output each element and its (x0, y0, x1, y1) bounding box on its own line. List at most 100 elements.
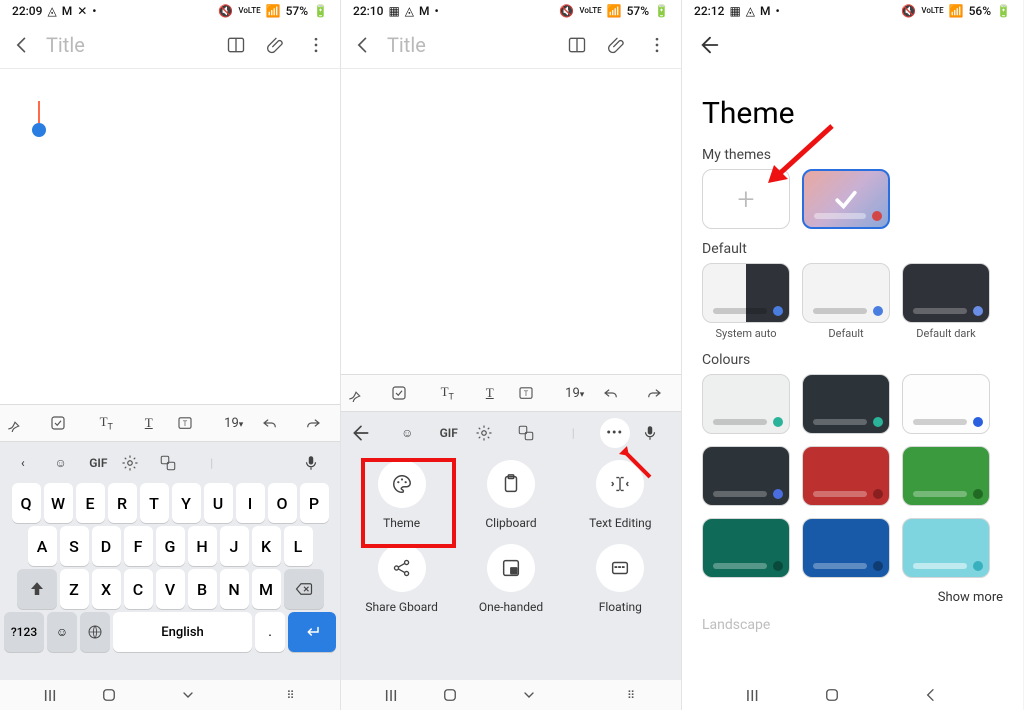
translate-icon[interactable] (517, 424, 547, 442)
redo-icon[interactable] (645, 384, 675, 402)
back-arrow-icon[interactable] (351, 423, 381, 443)
key-m[interactable]: M (252, 569, 281, 609)
key-k[interactable]: K (252, 526, 281, 566)
recent-apps-button[interactable]: III (20, 686, 80, 705)
tool-onehanded[interactable]: One-handed (456, 544, 565, 614)
back-nav-button[interactable] (521, 687, 581, 703)
title-input[interactable]: Title (46, 33, 210, 57)
home-button[interactable] (823, 686, 883, 704)
key-l[interactable]: L (284, 526, 313, 566)
show-more-link[interactable]: Show more (682, 588, 1023, 613)
textcolor-icon[interactable]: T (475, 385, 505, 401)
shift-key[interactable] (17, 569, 57, 609)
sticker-icon[interactable]: ☺ (392, 426, 422, 440)
home-button[interactable] (100, 686, 160, 704)
colour-dark[interactable] (802, 374, 890, 434)
cursor-handle[interactable] (32, 123, 46, 137)
pen-icon[interactable] (6, 414, 36, 432)
key-u[interactable]: U (204, 483, 233, 523)
key-w[interactable]: W (44, 483, 73, 523)
key-j[interactable]: J (220, 526, 249, 566)
key-f[interactable]: F (124, 526, 153, 566)
colour-green[interactable] (902, 446, 990, 506)
recent-apps-button[interactable]: III (361, 686, 421, 705)
colour-blue[interactable] (802, 518, 890, 578)
colour-teal[interactable] (702, 518, 790, 578)
tool-clipboard[interactable]: Clipboard (456, 460, 565, 530)
redo-icon[interactable] (304, 414, 334, 432)
undo-icon[interactable] (602, 384, 632, 402)
key-o[interactable]: O (268, 483, 297, 523)
key-x[interactable]: X (92, 569, 121, 609)
mic-icon[interactable] (641, 424, 671, 442)
key-t[interactable]: T (140, 483, 169, 523)
fontsize-label[interactable]: 19▾ (219, 416, 249, 431)
key-h[interactable]: H (188, 526, 217, 566)
key-s[interactable]: S (60, 526, 89, 566)
gear-icon[interactable] (475, 424, 505, 442)
tool-floating[interactable]: Floating (566, 544, 675, 614)
gif-button[interactable]: GIF (434, 426, 464, 440)
textstyle-icon[interactable]: TT (432, 384, 462, 403)
attach-icon[interactable] (603, 31, 631, 59)
undo-icon[interactable] (261, 414, 291, 432)
keyboard-switch-button[interactable]: ⠿ (260, 689, 320, 702)
book-icon[interactable] (222, 31, 250, 59)
language-key[interactable] (80, 612, 110, 652)
enter-key[interactable] (288, 612, 336, 652)
key-y[interactable]: Y (172, 483, 201, 523)
colour-white[interactable] (902, 374, 990, 434)
key-r[interactable]: R (108, 483, 137, 523)
key-g[interactable]: G (156, 526, 185, 566)
checkbox-icon[interactable] (49, 414, 79, 432)
gear-icon[interactable] (121, 454, 151, 472)
back-button[interactable] (351, 33, 375, 57)
chevron-left-icon[interactable]: ‹ (8, 456, 38, 470)
textbox-icon[interactable]: T (517, 384, 547, 402)
sticker-icon[interactable]: ☺ (46, 456, 76, 470)
title-input[interactable]: Title (387, 33, 551, 57)
tool-share[interactable]: Share Gboard (347, 544, 456, 614)
recent-apps-button[interactable]: III (722, 686, 782, 705)
gif-button[interactable]: GIF (83, 456, 113, 470)
back-button[interactable] (696, 31, 724, 59)
textcolor-icon[interactable]: T (134, 415, 164, 431)
back-button[interactable] (10, 33, 34, 57)
key-z[interactable]: Z (60, 569, 89, 609)
key-b[interactable]: B (188, 569, 217, 609)
back-nav-button[interactable] (923, 687, 983, 703)
back-nav-button[interactable] (180, 687, 240, 703)
period-key[interactable]: . (255, 612, 285, 652)
key-i[interactable]: I (236, 483, 265, 523)
translate-icon[interactable] (159, 454, 189, 472)
key-e[interactable]: E (76, 483, 105, 523)
theme-default[interactable] (802, 263, 890, 323)
colour-lightgrey[interactable] (702, 374, 790, 434)
emoji-key[interactable]: ☺ (47, 612, 77, 652)
textstyle-icon[interactable]: TT (91, 414, 121, 433)
key-c[interactable]: C (124, 569, 153, 609)
theme-systemauto[interactable] (702, 263, 790, 323)
attach-icon[interactable] (262, 31, 290, 59)
backspace-key[interactable] (284, 569, 324, 609)
colour-cyan[interactable] (902, 518, 990, 578)
home-button[interactable] (441, 686, 501, 704)
pen-icon[interactable] (347, 384, 377, 402)
key-n[interactable]: N (220, 569, 249, 609)
fontsize-label[interactable]: 19▾ (560, 386, 590, 401)
more-icon[interactable] (302, 31, 330, 59)
checkbox-icon[interactable] (390, 384, 420, 402)
key-a[interactable]: A (28, 526, 57, 566)
colour-darkblue[interactable] (702, 446, 790, 506)
key-v[interactable]: V (156, 569, 185, 609)
space-key[interactable]: English (113, 612, 252, 652)
key-p[interactable]: P (300, 483, 329, 523)
symbols-key[interactable]: ?123 (4, 612, 44, 652)
mic-icon[interactable] (302, 454, 332, 472)
key-d[interactable]: D (92, 526, 121, 566)
textbox-icon[interactable]: T (176, 414, 206, 432)
theme-defaultdark[interactable] (902, 263, 990, 323)
more-icon[interactable] (643, 31, 671, 59)
keyboard-switch-button[interactable]: ⠿ (601, 689, 661, 702)
key-q[interactable]: Q (12, 483, 41, 523)
